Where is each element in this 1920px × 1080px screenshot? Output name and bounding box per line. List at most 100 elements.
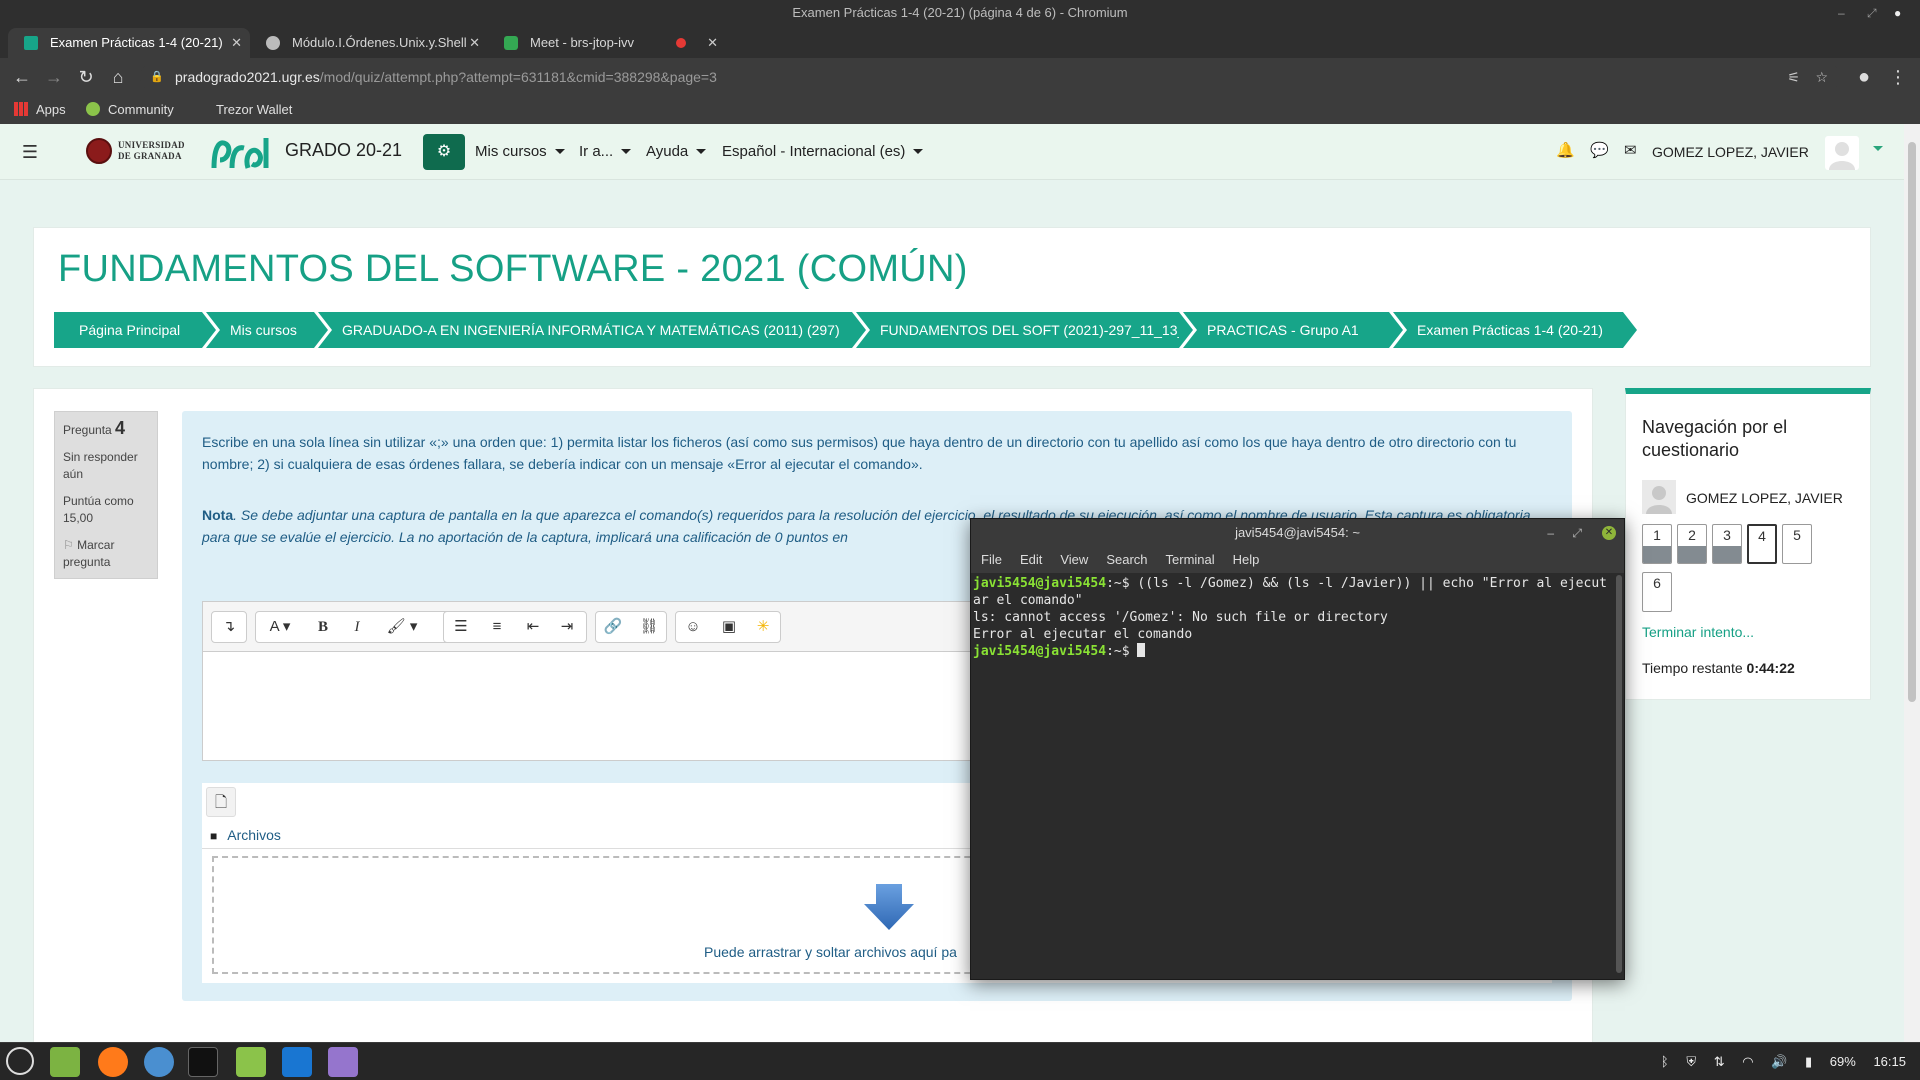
unordered-list-icon[interactable]: ☰	[444, 612, 478, 642]
brush-icon[interactable]: 🖌 ▾	[376, 612, 428, 642]
unlink-icon[interactable]: ⛓	[632, 612, 666, 642]
scrollbar-thumb[interactable]	[1908, 142, 1916, 702]
breadcrumb-item[interactable]: GRADUADO-A EN INGENIERÍA INFORMÁTICA Y M…	[318, 312, 866, 348]
network-icon[interactable]: ⇅	[1714, 1054, 1725, 1069]
ugr-logo[interactable]: UNIVERSIDAD DE GRANADA	[86, 136, 198, 168]
quiz-page-button[interactable]: 6	[1642, 572, 1672, 612]
quiz-page-button[interactable]: 1	[1642, 524, 1672, 564]
menu-search[interactable]: Search	[1106, 552, 1147, 567]
user-name[interactable]: GOMEZ LOPEZ, JAVIER	[1652, 144, 1809, 160]
image-icon[interactable]: ▣	[712, 612, 746, 642]
firefox-icon[interactable]	[98, 1047, 128, 1077]
menu-file[interactable]: File	[981, 552, 1002, 567]
maximize-icon[interactable]: ⤢	[1867, 0, 1877, 26]
menu-language[interactable]: Español - Internacional (es)	[722, 143, 924, 160]
forward-icon[interactable]: →	[42, 65, 66, 89]
files-folder[interactable]: ■ Archivos	[210, 827, 281, 843]
close-tab-icon[interactable]: ✕	[231, 28, 242, 58]
back-icon[interactable]: ←	[10, 65, 34, 89]
translate-icon[interactable]: ⚟	[1787, 63, 1800, 91]
envelope-icon[interactable]: ✉	[1624, 141, 1637, 159]
kebab-menu-icon[interactable]: ⋮	[1886, 65, 1910, 89]
outdent-icon[interactable]: ⇤	[516, 612, 550, 642]
vscode-icon[interactable]	[282, 1047, 312, 1077]
menu-view[interactable]: View	[1060, 552, 1088, 567]
note-text-2: para que se evalúe el ejercicio. La no a…	[202, 529, 848, 545]
tab-modulo[interactable]: Módulo.I.Órdenes.Unix.y.Shell ✕	[250, 28, 488, 58]
bookmark-community[interactable]: Community	[86, 101, 174, 119]
clock[interactable]: 16:15	[1873, 1054, 1906, 1069]
link-icon[interactable]: 🔗	[596, 612, 630, 642]
tab-examen[interactable]: Examen Prácticas 1-4 (20-21) ✕	[8, 28, 250, 58]
gear-icon[interactable]: ⚙	[423, 134, 465, 170]
quiz-page-button[interactable]: 3	[1712, 524, 1742, 564]
close-icon[interactable]: ●	[1894, 0, 1901, 26]
bookmark-trezor[interactable]: Trezor Wallet	[194, 101, 292, 119]
close-tab-icon[interactable]: ✕	[707, 28, 718, 58]
menu-label: Español - Internacional (es)	[722, 143, 906, 160]
paragraph-style-icon[interactable]: A ▾	[256, 612, 304, 642]
battery-icon[interactable]: ▮	[1805, 1054, 1812, 1069]
chromium-icon[interactable]	[144, 1047, 174, 1077]
reload-icon[interactable]: ↻	[74, 65, 98, 89]
text-editor-icon[interactable]	[328, 1047, 358, 1077]
terminal-window[interactable]: javi5454@javi5454: ~ – ⤢ ✕ File Edit View S…	[970, 518, 1625, 980]
toolbar-toggle-icon[interactable]: ↴	[212, 612, 246, 642]
breadcrumb-item[interactable]: Examen Prácticas 1-4 (20-21)	[1393, 312, 1637, 348]
site-name[interactable]: GRADO 20-21	[285, 140, 402, 161]
user-menu-caret-icon[interactable]	[1873, 146, 1883, 151]
quiz-page-button[interactable]: 2	[1677, 524, 1707, 564]
bold-icon[interactable]: B	[306, 612, 340, 642]
terminal-titlebar[interactable]: javi5454@javi5454: ~ – ⤢ ✕	[971, 519, 1624, 547]
close-tab-icon[interactable]: ✕	[469, 28, 480, 58]
shield-icon[interactable]: ⛨	[1686, 1054, 1696, 1069]
emoji-icon[interactable]: ☺	[676, 612, 710, 642]
avatar[interactable]	[1825, 136, 1859, 170]
ordered-list-icon[interactable]: ≡	[480, 612, 514, 642]
menu-ayuda[interactable]: Ayuda	[646, 143, 707, 160]
prado-logo-icon[interactable]	[208, 132, 276, 172]
page-number: 5	[1793, 527, 1801, 543]
maximize-icon[interactable]: ⤢	[1572, 519, 1582, 547]
minimize-icon[interactable]: –	[1838, 0, 1845, 26]
bell-icon[interactable]: 🔔	[1556, 141, 1575, 159]
breadcrumb-item[interactable]: FUNDAMENTOS DEL SOFT (2021)-297_11_13_20…	[856, 312, 1216, 348]
terminal-prompt: javi5454@javi5454	[973, 576, 1107, 591]
menu-terminal[interactable]: Terminal	[1166, 552, 1215, 567]
quiz-page-button-current[interactable]: 4	[1747, 524, 1777, 564]
show-desktop-icon[interactable]	[50, 1047, 80, 1077]
hamburger-menu-icon[interactable]: ☰	[18, 140, 42, 164]
page-scrollbar[interactable]	[1904, 124, 1920, 1042]
menu-edit[interactable]: Edit	[1020, 552, 1042, 567]
quiz-page-button[interactable]: 5	[1782, 524, 1812, 564]
bookmark-apps[interactable]: Apps	[14, 101, 66, 119]
media-icon[interactable]: ✳	[746, 612, 780, 642]
italic-icon[interactable]: I	[340, 612, 374, 642]
tab-meet[interactable]: Meet - brs-jtop-ivv ✕	[488, 28, 726, 58]
files-icon[interactable]	[236, 1047, 266, 1077]
home-icon[interactable]: ⌂	[106, 65, 130, 89]
menu-ir-a[interactable]: Ir a...	[579, 143, 632, 160]
mint-menu-icon[interactable]	[6, 1047, 34, 1075]
terminal-output[interactable]: javi5454@javi5454:~$ ((ls -l /Gomez) && …	[971, 573, 1611, 979]
indent-icon[interactable]: ⇥	[550, 612, 584, 642]
profile-icon[interactable]: ●	[1852, 65, 1876, 89]
close-icon[interactable]: ✕	[1602, 526, 1616, 540]
menu-help[interactable]: Help	[1233, 552, 1260, 567]
minimize-icon[interactable]: –	[1547, 519, 1554, 547]
terminal-icon[interactable]	[188, 1047, 218, 1077]
volume-icon[interactable]: 🔊	[1771, 1054, 1787, 1069]
bluetooth-icon[interactable]: ᛒ	[1661, 1054, 1669, 1069]
breadcrumb-item[interactable]: Mis cursos	[206, 312, 328, 348]
finish-attempt-link[interactable]: Terminar intento...	[1642, 624, 1754, 640]
wifi-icon[interactable]: ◠	[1742, 1054, 1753, 1069]
breadcrumb-item[interactable]: PRACTICAS - Grupo A1	[1183, 312, 1403, 348]
star-icon[interactable]: ☆	[1815, 63, 1828, 91]
terminal-scrollbar[interactable]	[1616, 575, 1622, 973]
flag-question-link[interactable]: ⚐ Marcar pregunta	[63, 537, 149, 571]
add-file-icon[interactable]: 🗋	[206, 787, 236, 817]
breadcrumb-item[interactable]: Página Principal	[54, 312, 216, 348]
menu-mis-cursos[interactable]: Mis cursos	[475, 143, 565, 160]
address-bar[interactable]: 🔒 pradogrado2021.ugr.es/mod/quiz/attempt…	[140, 63, 1840, 91]
chat-icon[interactable]: 💬	[1590, 141, 1609, 159]
